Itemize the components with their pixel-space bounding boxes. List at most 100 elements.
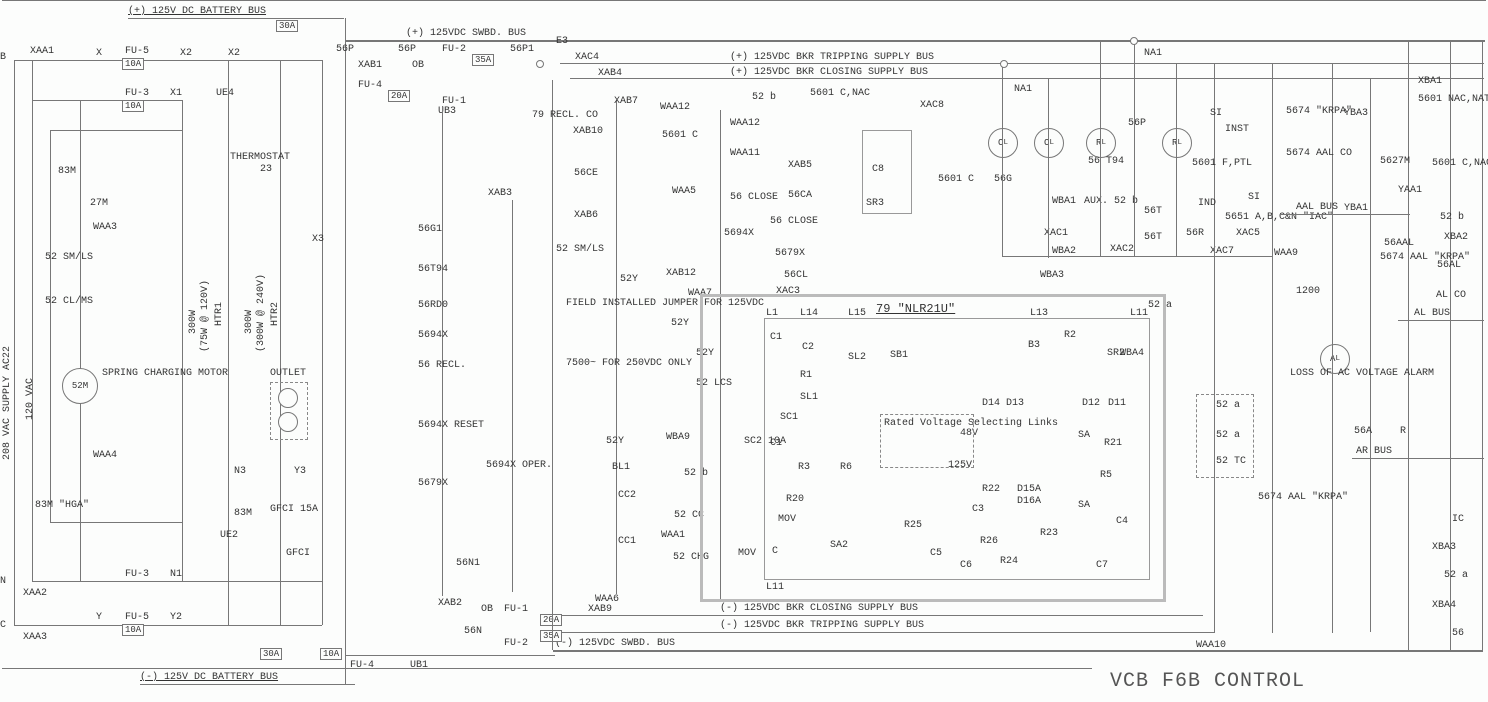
5601-c: 5601 C (662, 130, 692, 141)
ob-top: OB (412, 60, 424, 71)
nlr-d16a: D16A (1017, 496, 1041, 507)
waa9: WAA9 (1274, 248, 1298, 259)
5674-aalco: 5674 AAL CO (1286, 148, 1326, 159)
56aal: 56AAL (1384, 238, 1414, 249)
56p-r2: 56P (1128, 118, 1146, 129)
ar-bus-wire (1352, 458, 1484, 459)
52m-circ: 52M (62, 368, 98, 404)
wire-col-1370 (1370, 78, 1371, 632)
nlr-r2: R2 (1064, 330, 1076, 341)
bus-neg-batt: (-) 125V DC BATTERY BUS (140, 672, 278, 683)
5601-cnac: 5601 C,NAC (810, 88, 850, 99)
ar-bus: AR BUS (1356, 446, 1392, 457)
lamp-rl2: RL (1162, 128, 1192, 158)
nlr-t14: L14 (800, 308, 818, 319)
56-t94: 56 T94 (1088, 156, 1118, 167)
term-X2b: X2 (228, 48, 240, 59)
term-B: B (0, 52, 6, 63)
htr2: HTR2 (270, 302, 281, 326)
na1-b: NA1 (1144, 48, 1162, 59)
wire-yrow (14, 625, 322, 626)
56close: 56 CLOSE (730, 192, 772, 203)
5694x-reset: 5694X RESET (418, 420, 458, 431)
56p1: 56P1 (510, 44, 534, 55)
wire-col-1272 (1272, 63, 1273, 633)
htr1-sub: (75W @ 120V) (200, 280, 211, 352)
nlr-c1: C1 (770, 332, 782, 343)
5674-krpa: 5674 "KRPA" (1286, 106, 1326, 117)
nlr-r21: R21 (1104, 438, 1122, 449)
52-chg: 52 CHG (673, 552, 701, 563)
term-n3: N3 (234, 466, 246, 477)
term-N: N (0, 576, 6, 587)
wire-row-256 (1002, 256, 1272, 257)
yba3: YBA3 (1344, 108, 1368, 119)
term-y3: Y3 (294, 466, 306, 477)
79-recl-co: 79 RECL. CO (532, 110, 570, 121)
waa11: WAA11 (730, 148, 760, 159)
52y-a: 52Y (620, 274, 638, 285)
fu-4b: FU-4 (350, 660, 374, 671)
56cl: 56CL (784, 270, 808, 281)
gfci-15a: GFCI 15A (270, 504, 300, 515)
wire-col-1408 (1408, 40, 1409, 650)
nlr-r24: R24 (1000, 556, 1018, 567)
5679x: 5679X (418, 478, 448, 489)
waa10: WAA10 (1196, 640, 1226, 651)
wire-pos-close (570, 78, 1484, 79)
ub3: UB3 (438, 106, 456, 117)
fuse-10a-4: 10A (320, 648, 342, 660)
56p-l: 56P (336, 44, 354, 55)
outlet-lbl: OUTLET (270, 368, 306, 379)
wire-xrow (14, 60, 322, 61)
sr3: SR3 (866, 198, 884, 209)
wire-pos-batt (128, 18, 344, 19)
nlr-sa: SA (1078, 430, 1090, 441)
fuse-35a-1: 35A (472, 54, 494, 66)
nlr-d15a: D15A (1017, 484, 1041, 495)
lamp-cl2: CL (1034, 128, 1064, 158)
wire-col-1176 (1176, 63, 1177, 257)
term-xaa2: XAA2 (23, 588, 47, 599)
cc1: CC1 (618, 536, 636, 547)
wire-col-280 (280, 60, 281, 625)
dot1 (536, 60, 544, 68)
wire-col-1048 (1048, 78, 1049, 258)
htr1-w: 300W (188, 310, 199, 334)
htr2-sub: (300W @ 240V) (256, 274, 267, 352)
wire-row-522 (50, 522, 182, 523)
field-jumper: FIELD INSTALLED JUMPER FOR 125VDC (566, 298, 624, 309)
nlr-sc1: SC1 (780, 412, 798, 423)
bus-pos-close: (+) 125VDC BKR CLOSING SUPPLY BUS (730, 67, 928, 78)
5674-aal-krpa2: 5674 AAL "KRPA" (1380, 252, 1420, 263)
wire-nrow (32, 581, 322, 582)
52-cc: 52 CC (674, 510, 702, 521)
schematic-title: VCB F6B CONTROL (1110, 670, 1305, 693)
56close-2: 56 CLOSE (770, 216, 812, 227)
nlr-t1: L1 (766, 308, 778, 319)
bl1: BL1 (612, 462, 630, 473)
83m-top: 83M (58, 166, 76, 177)
waa6: WAA6 (595, 594, 619, 605)
nlr-c3: C3 (972, 504, 984, 515)
left-120vac: 120 VAC (25, 378, 36, 420)
aux-52b: AUX. 52 b (1084, 196, 1114, 207)
term-X: X (96, 48, 102, 59)
52a-r: 52 a (1444, 570, 1468, 581)
na1-a: NA1 (1014, 84, 1032, 95)
52-tc: 52 TC (1216, 456, 1240, 467)
nlr-c7: C7 (1096, 560, 1108, 571)
waa5: WAA5 (672, 186, 696, 197)
56t94: 56T94 (418, 264, 448, 275)
term-C: C (0, 620, 6, 631)
nlr-b3: B3 (1028, 340, 1040, 351)
nlr-b11: L11 (766, 582, 784, 593)
gfci: GFCI (286, 548, 310, 559)
xac4: XAC4 (575, 52, 599, 63)
bus-neg-close: (-) 125VDC BKR CLOSING SUPPLY BUS (720, 603, 918, 614)
nlr-c2: C2 (802, 342, 814, 353)
fuse-10a-1: 10A (122, 58, 144, 70)
wire-col-322 (322, 60, 323, 625)
nlr-c5: C5 (930, 548, 942, 559)
xba1: XBA1 (1418, 76, 1442, 87)
